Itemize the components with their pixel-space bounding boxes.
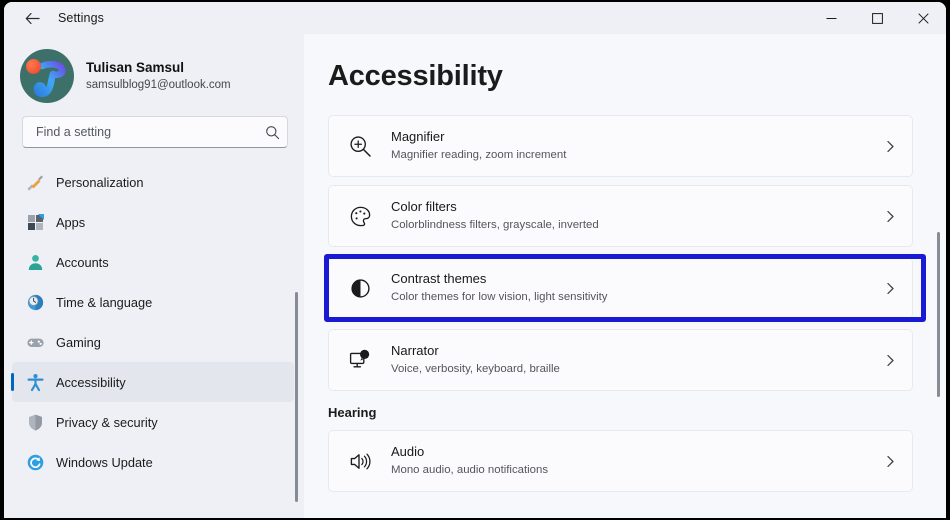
profile-block[interactable]: Tulisan Samsul samsulblog91@outlook.com (4, 34, 304, 103)
back-button[interactable] (14, 3, 50, 33)
gamepad-icon (18, 333, 52, 352)
card-title: Contrast themes (391, 271, 487, 287)
sidebar-item-accessibility[interactable]: Accessibility (11, 362, 294, 402)
card-title: Audio (391, 444, 425, 460)
contrast-circle-icon (329, 276, 391, 301)
close-button[interactable] (900, 2, 946, 34)
sidebar-item-label: Apps (56, 214, 86, 230)
card-subtitle: Color themes for low vision, light sensi… (391, 291, 608, 304)
card-title: Magnifier (391, 129, 445, 145)
apps-grid-icon (18, 213, 52, 232)
sidebar-item-label: Windows Update (56, 454, 153, 470)
sidebar-item-personalization[interactable]: Personalization (12, 162, 294, 202)
close-icon (917, 12, 929, 24)
maximize-icon (871, 12, 883, 24)
back-arrow-icon (25, 12, 40, 24)
minimize-button[interactable] (808, 2, 854, 34)
chevron-right-icon (868, 140, 912, 153)
profile-name: Tulisan Samsul (86, 59, 185, 75)
sidebar-item-privacy-security[interactable]: Privacy & security (12, 402, 294, 442)
card-color-filters[interactable]: Color filters Colorblindness filters, gr… (328, 185, 913, 247)
card-text: Narrator Voice, verbosity, keyboard, bra… (391, 343, 868, 376)
card-subtitle: Magnifier reading, zoom increment (391, 149, 567, 162)
card-text: Audio Mono audio, audio notifications (391, 444, 868, 477)
clock-globe-icon (18, 293, 52, 312)
card-magnifier[interactable]: Magnifier Magnifier reading, zoom increm… (328, 115, 913, 177)
sidebar-item-label: Accessibility (56, 374, 126, 390)
magnifier-icon (329, 134, 391, 159)
sidebar-item-gaming[interactable]: Gaming (12, 322, 294, 362)
narrator-monitor-icon (329, 348, 391, 373)
search-icon[interactable] (257, 125, 287, 140)
section-heading-hearing: Hearing (328, 405, 377, 420)
card-narrator[interactable]: Narrator Voice, verbosity, keyboard, bra… (328, 329, 913, 391)
settings-window: Settings Tulisan Samsul samsulblog91@out… (4, 2, 946, 518)
sidebar-item-label: Personalization (56, 174, 144, 190)
sidebar-nav: Personalization Apps Accounts Time & lan… (4, 162, 304, 482)
card-text: Magnifier Magnifier reading, zoom increm… (391, 129, 868, 162)
sidebar-item-label: Time & language (56, 294, 153, 310)
card-contrast-themes[interactable]: Contrast themes Color themes for low vis… (328, 257, 913, 319)
sidebar-item-time-language[interactable]: Time & language (12, 282, 294, 322)
shield-icon (18, 413, 52, 432)
page-title: Accessibility (328, 60, 503, 92)
card-audio[interactable]: Audio Mono audio, audio notifications (328, 430, 913, 492)
accessibility-icon (18, 373, 52, 392)
maximize-button[interactable] (854, 2, 900, 34)
search-input[interactable] (34, 117, 257, 147)
minimize-icon (826, 17, 836, 19)
card-subtitle: Mono audio, audio notifications (391, 464, 549, 477)
sidebar-item-accounts[interactable]: Accounts (12, 242, 294, 282)
chevron-right-icon (868, 282, 912, 295)
sidebar-item-label: Privacy & security (56, 414, 158, 430)
sidebar: Tulisan Samsul samsulblog91@outlook.com (4, 34, 304, 518)
card-title: Narrator (391, 343, 439, 359)
sidebar-item-label: Accounts (56, 254, 109, 270)
main-content: Accessibility Magnifier Magnifier readin… (304, 34, 946, 518)
paintbrush-icon (18, 173, 52, 192)
sidebar-item-windows-update[interactable]: Windows Update (12, 442, 294, 482)
card-subtitle: Colorblindness filters, grayscale, inver… (391, 219, 599, 232)
update-refresh-icon (18, 453, 52, 472)
window-title: Settings (58, 11, 104, 25)
window-controls (808, 2, 946, 34)
card-title: Color filters (391, 199, 457, 215)
content-scrollbar-thumb[interactable] (937, 232, 940, 397)
selection-indicator (11, 373, 14, 391)
sidebar-scrollbar-thumb[interactable] (295, 292, 298, 502)
avatar (20, 49, 74, 103)
chevron-right-icon (868, 210, 912, 223)
sidebar-item-apps[interactable]: Apps (12, 202, 294, 242)
person-icon (18, 253, 52, 272)
profile-email: samsulblog91@outlook.com (86, 79, 231, 92)
profile-text: Tulisan Samsul samsulblog91@outlook.com (86, 59, 231, 93)
title-bar: Settings (4, 2, 946, 34)
avatar-status-dot (26, 59, 41, 74)
chevron-right-icon (868, 354, 912, 367)
chevron-right-icon (868, 455, 912, 468)
card-subtitle: Voice, verbosity, keyboard, braille (391, 363, 560, 376)
avatar-glyph-icon (33, 61, 66, 98)
card-text: Color filters Colorblindness filters, gr… (391, 199, 868, 232)
color-palette-icon (329, 204, 391, 229)
speaker-icon (329, 449, 391, 474)
search-box[interactable] (22, 116, 288, 148)
sidebar-item-label: Gaming (56, 334, 101, 350)
card-text: Contrast themes Color themes for low vis… (391, 271, 868, 304)
